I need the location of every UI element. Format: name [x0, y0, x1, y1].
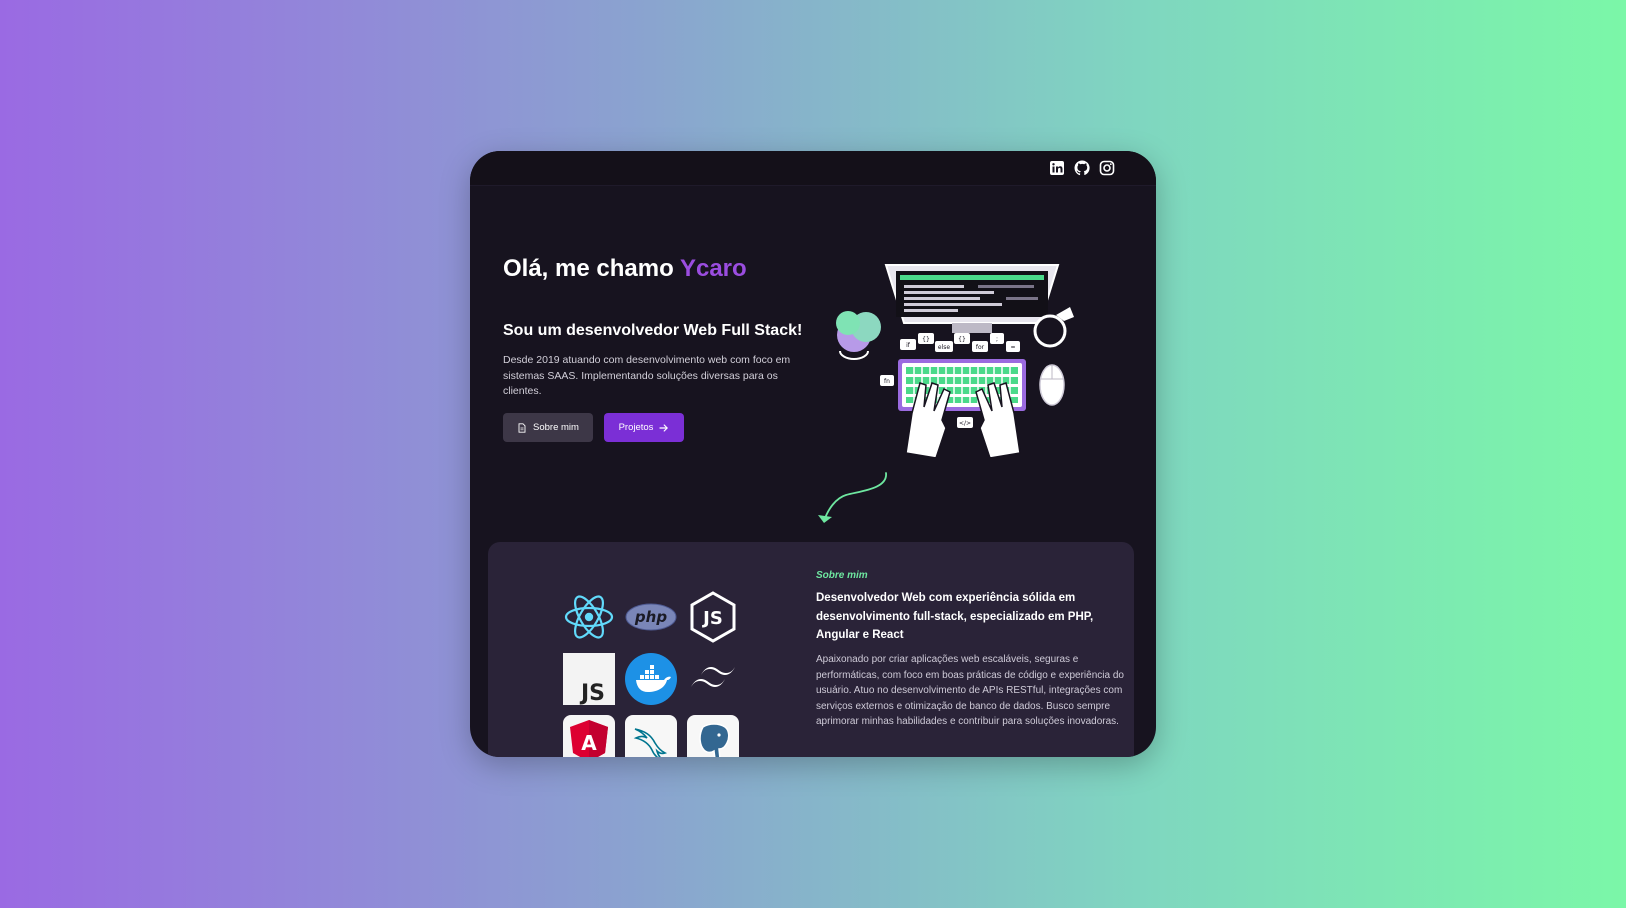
github-icon[interactable] — [1074, 160, 1090, 176]
code-tag-html: </> — [959, 420, 971, 427]
docker-icon — [625, 653, 677, 705]
about-description: Apaixonado por criar aplicações web esca… — [816, 654, 1124, 728]
svg-text:JS: JS — [579, 681, 605, 705]
code-tag-braces: {} — [922, 336, 930, 343]
about-heading: Desenvolvedor Web com experiência sólida… — [816, 592, 1094, 641]
document-icon — [518, 422, 526, 433]
instagram-icon[interactable] — [1099, 160, 1115, 176]
javascript-icon: JS — [563, 653, 615, 705]
about-section-tag: Sobre mim — [816, 570, 868, 581]
about-me-button[interactable]: Sobre mim — [503, 413, 593, 442]
arrow-right-icon — [659, 423, 669, 432]
postgresql-icon — [687, 715, 739, 757]
projects-button-label: Projetos — [618, 422, 654, 433]
nodejs-icon: JS — [687, 591, 739, 643]
top-navbar — [470, 151, 1156, 186]
hero-greeting: Olá, me chamo Ycaro — [503, 255, 747, 283]
svg-text:JS: JS — [701, 608, 723, 629]
projects-button[interactable]: Projetos — [604, 413, 684, 442]
curved-arrow-icon — [818, 472, 887, 523]
about-section: php JS JS A Sobre mim Desenvolvedor Web … — [488, 542, 1134, 757]
code-tag-fn: fn — [884, 378, 890, 385]
greeting-name: Ycaro — [679, 255, 747, 282]
developer-illustration: if {} else {} for ; = fn </> — [836, 264, 1074, 457]
svg-text:php: php — [634, 608, 667, 626]
about-me-button-label: Sobre mim — [533, 422, 579, 433]
portfolio-window: Olá, me chamo Ycaro Sou um desenvolvedor… — [470, 151, 1156, 757]
php-icon: php — [625, 591, 677, 643]
hero-description: Desde 2019 atuando com desenvolvimento w… — [503, 354, 791, 397]
linkedin-icon[interactable] — [1049, 160, 1065, 176]
code-tag-equals: = — [1010, 344, 1015, 351]
code-tag-semicolon: ; — [996, 336, 998, 343]
code-tag-else: else — [938, 344, 950, 351]
greeting-prefix: Olá, me chamo — [503, 255, 680, 282]
mysql-icon — [625, 715, 677, 757]
svg-text:A: A — [581, 731, 597, 755]
code-tag-for: for — [976, 344, 985, 351]
code-tag-braces-2: {} — [958, 336, 966, 343]
social-links — [1049, 160, 1115, 176]
hero-subtitle: Sou um desenvolvedor Web Full Stack! — [503, 322, 803, 339]
angular-icon: A — [563, 715, 615, 757]
tailwind-icon — [687, 653, 739, 705]
react-icon — [563, 591, 615, 643]
